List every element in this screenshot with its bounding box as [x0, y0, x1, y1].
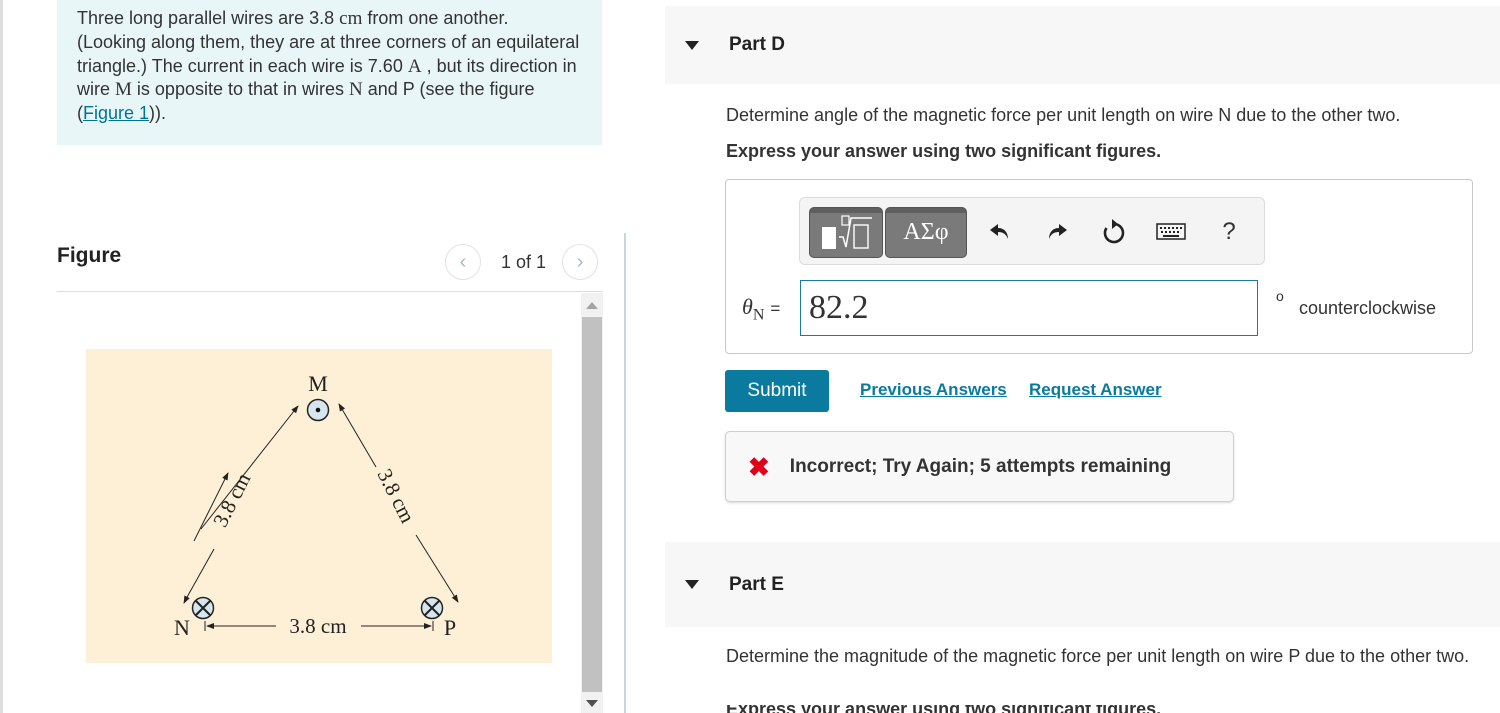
scroll-down-button[interactable]	[581, 693, 603, 713]
pane-divider[interactable]	[624, 233, 626, 713]
templates-button[interactable]	[809, 207, 883, 258]
part-e-instruction: Express your answer using two significan…	[726, 705, 1161, 713]
wire-m	[306, 398, 330, 422]
wire-n-symbol: N	[349, 79, 363, 101]
part-e-question: Determine the magnitude of the magnetic …	[726, 646, 1470, 666]
redo-icon	[1049, 224, 1067, 239]
answer-input[interactable]	[800, 280, 1258, 336]
keyboard-icon	[1156, 223, 1186, 240]
figure-page-count: 1 of 1	[501, 251, 547, 272]
label-side-left: 3.8 cm	[208, 469, 255, 531]
part-e-title: Part E	[729, 573, 784, 595]
arrow-up-icon	[586, 301, 598, 309]
reset-icon	[1103, 219, 1125, 244]
feedback-text: Incorrect; Try Again; 5 attempts remaini…	[789, 455, 1172, 477]
figure-divider	[57, 291, 603, 292]
caret-down-icon	[685, 580, 699, 589]
part-d-header[interactable]: Part D	[665, 6, 1500, 84]
answer-box: ΑΣφ ? θN= o counterclockwise	[725, 179, 1473, 354]
part-d-question: Determine angle of the magnetic force pe…	[726, 105, 1401, 125]
dim-left-lower-seg	[185, 548, 215, 600]
figure-pager: ‹ 1 of 1 ›	[445, 244, 599, 280]
arrow-down-icon	[586, 699, 598, 707]
label-side-right: 3.8 cm	[373, 465, 420, 527]
figure-link[interactable]: Figure 1	[83, 103, 149, 123]
reset-button[interactable]	[1097, 215, 1131, 249]
part-d-title: Part D	[729, 34, 785, 55]
redo-button[interactable]	[1040, 215, 1074, 249]
scroll-thumb[interactable]	[582, 317, 602, 692]
label-m: M	[308, 371, 328, 396]
unit-ampere: A	[407, 55, 422, 77]
label-p: P	[444, 615, 456, 640]
chevron-right-icon: ›	[576, 250, 584, 273]
greek-symbols-button[interactable]: ΑΣφ	[885, 207, 967, 258]
answer-unit: counterclockwise	[1299, 298, 1437, 318]
label-side-bottom: 3.8 cm	[289, 614, 346, 638]
next-figure-button[interactable]: ›	[562, 244, 599, 280]
request-answer-link[interactable]: Request Answer	[1029, 380, 1162, 400]
figure-title: Figure	[57, 244, 122, 267]
answer-label: θN =	[742, 294, 781, 324]
dim-right-top-arrow	[338, 403, 377, 468]
figure-image: M N P 3.8 cm 3.8 cm 3.8 cm	[86, 349, 552, 663]
part-d-instruction: Express your answer using two significan…	[726, 141, 1162, 161]
undo-icon	[990, 224, 1008, 239]
scroll-up-button[interactable]	[581, 293, 603, 317]
feedback-message: ✖ Incorrect; Try Again; 5 attempts remai…	[725, 431, 1234, 502]
help-button[interactable]: ?	[1212, 215, 1246, 249]
dim-left-lower-arrow	[183, 595, 190, 604]
problem-intro: Three long parallel wires are 3.8 cm fro…	[57, 0, 602, 145]
unit-cm: cm	[339, 8, 363, 29]
undo-button[interactable]	[983, 215, 1017, 249]
figure-scrollbar[interactable]	[581, 293, 603, 713]
previous-answers-link[interactable]: Previous Answers	[860, 380, 1007, 400]
fraction-root-template-icon	[822, 214, 872, 249]
submit-button[interactable]: Submit	[725, 370, 829, 412]
caret-down-icon	[685, 40, 699, 50]
keyboard-button[interactable]	[1154, 215, 1188, 249]
x-mark-icon: ✖	[748, 451, 770, 482]
chevron-left-icon: ‹	[459, 250, 467, 273]
wire-p	[420, 596, 444, 620]
wire-n	[191, 596, 215, 620]
part-e-header[interactable]: Part E	[665, 542, 1500, 627]
dot-icon	[315, 407, 321, 413]
degree-symbol: o	[1276, 288, 1284, 304]
dim-right-bottom-arrow	[415, 534, 459, 603]
math-toolbar: ΑΣφ ?	[799, 197, 1265, 265]
prev-figure-button[interactable]: ‹	[445, 244, 481, 280]
label-n: N	[174, 615, 190, 640]
triangle-diagram: M N P 3.8 cm 3.8 cm 3.8 cm	[174, 371, 459, 640]
wire-m-symbol: M	[115, 79, 132, 101]
